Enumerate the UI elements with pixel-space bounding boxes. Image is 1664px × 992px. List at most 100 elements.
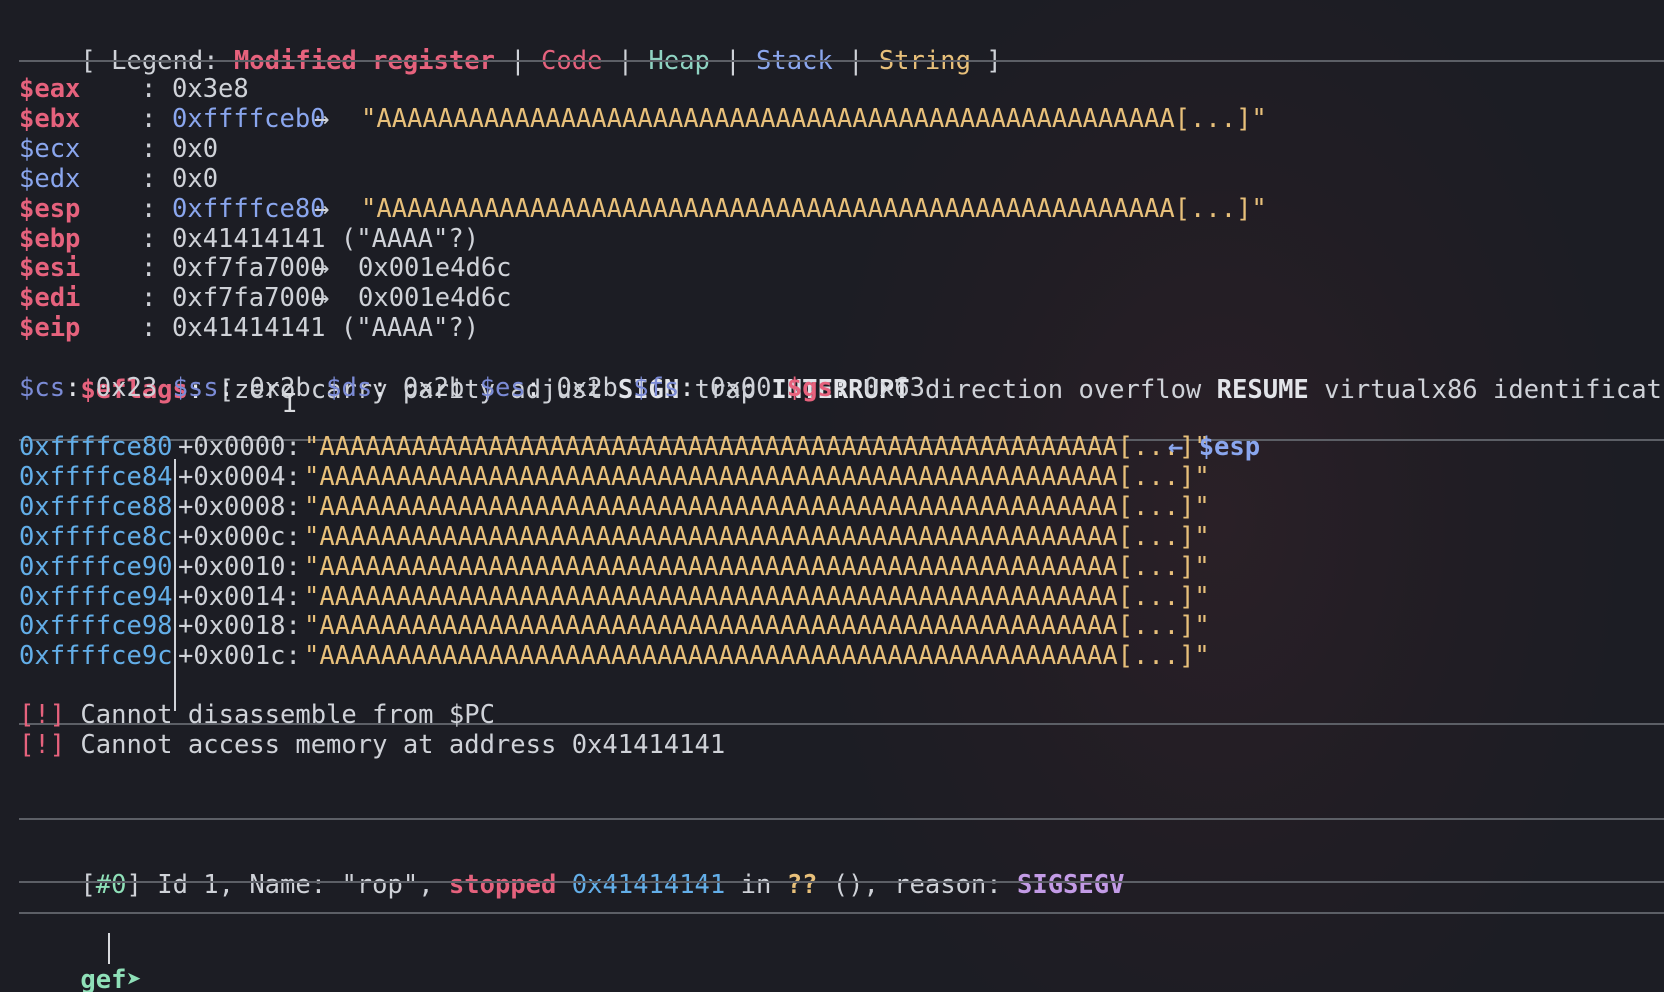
stack-row: 0xffffce84 +0x0004: "AAAAAAAAAAAAAAAAAAAAA… bbox=[19, 461, 1210, 493]
arrow-icon: → bbox=[314, 253, 330, 284]
stack-row: 0xffffce94 +0x0014: "AAAAAAAAAAAAAAAAAAAAA… bbox=[19, 581, 1210, 613]
thread-stopped-status: stopped bbox=[448, 870, 557, 900]
separator-threads bbox=[19, 818, 1664, 820]
flag-clear: direction bbox=[924, 375, 1064, 405]
register-value: 0x0 bbox=[172, 163, 219, 194]
stack-row: 0xffffce88 +0x0008: "AAAAAAAAAAAAAAAAAAAAA… bbox=[19, 491, 1210, 523]
segment-register-name: $ds bbox=[326, 373, 373, 403]
thread-number: #0 bbox=[95, 870, 127, 900]
segment-colon: : bbox=[525, 373, 542, 403]
thread-in: in bbox=[725, 870, 787, 900]
register-colon: : bbox=[141, 283, 157, 314]
command-prompt-line[interactable]: gef➤ bbox=[19, 932, 141, 992]
segment-register-name: $ss bbox=[172, 373, 219, 403]
register-value: 0xf7fa7000 bbox=[172, 253, 326, 284]
register-colon: : bbox=[141, 223, 157, 254]
arrow-icon: → bbox=[314, 193, 330, 224]
stack-value: "AAAAAAAAAAAAAAAAAAAAAAAAAAAAAAAAAAAAAAA… bbox=[304, 551, 1210, 582]
register-deref-value: 0x001e4d6c bbox=[358, 283, 512, 314]
thread-info: Id 1, Name: "rop", bbox=[141, 870, 449, 900]
register-name: $esi bbox=[19, 253, 81, 284]
segment-register-name: $es bbox=[479, 373, 526, 403]
stack-value: "AAAAAAAAAAAAAAAAAAAAAAAAAAAAAAAAAAAAAAA… bbox=[304, 581, 1210, 612]
error-message: [!] Cannot disassemble from $PC bbox=[19, 699, 495, 731]
register-row: $esi:0xf7fa7000 → 0x001e4d6c bbox=[19, 252, 512, 284]
segment-colon: : bbox=[65, 373, 81, 403]
register-row: $ecx:0x0 bbox=[19, 133, 218, 165]
stack-row: 0xffffce80 +0x0000: "AAAAAAAAAAAAAAAAAAAAA… bbox=[19, 431, 1260, 463]
gef-prompt: gef➤ bbox=[80, 965, 142, 992]
stack-offset: +0x0000: bbox=[178, 432, 301, 462]
thread-space bbox=[556, 870, 571, 900]
register-colon: : bbox=[141, 313, 157, 344]
thread-address: 0x41414141 bbox=[571, 870, 726, 900]
stack-offset: +0x000c: bbox=[178, 521, 301, 552]
error-text: Cannot disassemble from $PC bbox=[65, 700, 495, 730]
stack-offset: +0x0004: bbox=[178, 461, 301, 492]
stack-value: "AAAAAAAAAAAAAAAAAAAAAAAAAAAAAAAAAAAAAAA… bbox=[304, 432, 1210, 462]
register-name: $ebp bbox=[19, 223, 81, 254]
segment-colon: : bbox=[372, 373, 388, 403]
stack-row: 0xffffce90 +0x0010: "AAAAAAAAAAAAAAAAAAAAA… bbox=[19, 551, 1210, 583]
register-row: $esp:0xffffce80 → "AAAAAAAAAAAAAAAAAAAAAAA… bbox=[19, 193, 1267, 225]
register-name: $edi bbox=[19, 283, 81, 314]
segment-register-value: 0x63 bbox=[863, 373, 926, 403]
flag-clear: overflow bbox=[1078, 375, 1202, 405]
stack-offset: +0x0008: bbox=[178, 491, 301, 522]
thread-reason-label: (), reason: bbox=[817, 870, 1017, 900]
register-colon: : bbox=[141, 163, 157, 194]
register-name: $eax bbox=[19, 74, 81, 104]
legend-line: [ Legend: Modified register | Code | Hea… bbox=[19, 13, 1001, 76]
register-deref-value: "AAAAAAAAAAAAAAAAAAAAAAAAAAAAAAAAAAAAAAA… bbox=[361, 103, 1267, 134]
register-name: $ebx bbox=[19, 103, 81, 134]
stack-offset: +0x0018: bbox=[178, 611, 301, 642]
stack-address: 0xffffce98 bbox=[19, 611, 173, 642]
flag-clear: virtualx86 bbox=[1324, 375, 1478, 405]
register-name: $ecx bbox=[19, 133, 81, 164]
thread-open: [ bbox=[80, 870, 96, 900]
register-value: 0x0 bbox=[172, 133, 219, 164]
error-text: Cannot access memory at address 0x414141… bbox=[65, 730, 726, 760]
text-input-caret[interactable] bbox=[108, 933, 110, 964]
stack-address: 0xffffce94 bbox=[19, 581, 173, 612]
separator-registers bbox=[19, 60, 1664, 62]
segment-registers-line: $cs: 0x23 $ss: 0x2b $ds: 0x2b $es: 0x2b … bbox=[19, 372, 925, 404]
stack-address: 0xffffce80 bbox=[19, 432, 173, 462]
segment-colon: : bbox=[832, 373, 849, 403]
segment-register-value: 0x2b bbox=[402, 373, 465, 403]
register-deref-value: "AAAAAAAAAAAAAAAAAAAAAAAAAAAAAAAAAAAAAAA… bbox=[361, 193, 1267, 224]
stack-offset: +0x0010: bbox=[178, 551, 301, 582]
register-name: $esp bbox=[19, 193, 81, 224]
stack-value: "AAAAAAAAAAAAAAAAAAAAAAAAAAAAAAAAAAAAAAA… bbox=[304, 611, 1210, 642]
segment-colon: : bbox=[218, 373, 234, 403]
stack-address: 0xffffce84 bbox=[19, 461, 173, 492]
register-colon: : bbox=[141, 74, 157, 104]
stack-offset: +0x001c: bbox=[178, 641, 301, 672]
separator-end bbox=[19, 912, 1664, 914]
register-colon: : bbox=[141, 103, 157, 134]
error-message: [!] Cannot access memory at address 0x41… bbox=[19, 729, 725, 761]
stack-value: "AAAAAAAAAAAAAAAAAAAAAAAAAAAAAAAAAAAAAAA… bbox=[304, 641, 1210, 672]
register-value: 0x41414141 ("AAAA"?) bbox=[172, 313, 480, 344]
separator-trace bbox=[19, 881, 1664, 883]
gdb-terminal[interactable]: [ Legend: Modified register | Code | Hea… bbox=[0, 0, 1664, 992]
stack-divider bbox=[174, 459, 176, 711]
register-value: 0xffffceb0 bbox=[172, 103, 326, 134]
thread-close: ] bbox=[126, 870, 142, 900]
eflags-line: $eflags: [zero carry parity adjust SIGN … bbox=[19, 342, 1664, 405]
stack-row: 0xffffce98 +0x0018: "AAAAAAAAAAAAAAAAAAAAA… bbox=[19, 610, 1210, 642]
arrow-icon: → bbox=[314, 283, 330, 314]
warning-icon: [!] bbox=[19, 700, 66, 730]
arrow-icon: → bbox=[314, 103, 330, 134]
register-row: $eax:0x3e8 bbox=[19, 73, 249, 105]
stack-row: 0xffffce8c +0x000c: "AAAAAAAAAAAAAAAAAAAAA… bbox=[19, 521, 1210, 553]
stack-address: 0xffffce90 bbox=[19, 551, 173, 582]
thread-reason: SIGSEGV bbox=[1017, 870, 1125, 900]
register-value: 0x41414141 ("AAAA"?) bbox=[172, 223, 480, 254]
segment-register-name: $fs bbox=[633, 373, 680, 403]
register-colon: : bbox=[141, 133, 157, 164]
warning-icon: [!] bbox=[19, 730, 66, 760]
segment-register-value: 0x00 bbox=[710, 373, 772, 403]
stack-row: 0xffffce9c +0x001c: "AAAAAAAAAAAAAAAAAAAAA… bbox=[19, 640, 1210, 672]
register-row: $eip:0x41414141 ("AAAA"?) bbox=[19, 312, 479, 344]
